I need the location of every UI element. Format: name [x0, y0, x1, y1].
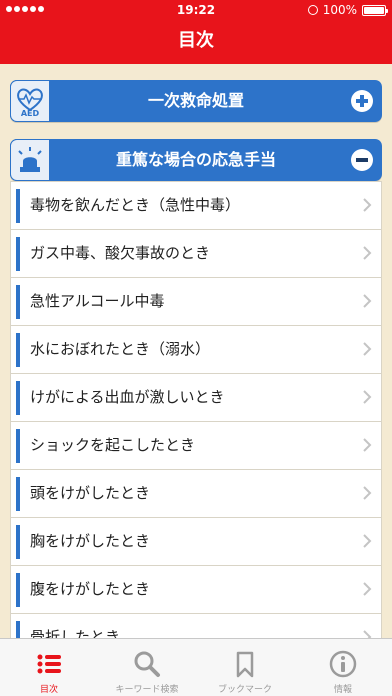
list-item-accent: [16, 573, 20, 607]
tab-label: 情報: [333, 685, 352, 695]
list-item-label: 急性アルコール中毒: [30, 292, 165, 310]
chevron-right-icon: [363, 246, 372, 260]
siren-icon: [10, 139, 50, 181]
tab-bookmark[interactable]: ブックマーク: [196, 639, 294, 696]
list-item-accent: [16, 333, 20, 367]
tab-label: 目次: [39, 685, 58, 695]
toc-content[interactable]: AED 一次救命処置 重篤な場合の応急手当 毒物を飲んだとき（急性中毒） ガス中…: [0, 64, 392, 638]
list-item-accent: [16, 477, 20, 511]
tab-label: キーワード検索: [115, 685, 179, 695]
list-item[interactable]: 腹をけがしたとき: [11, 565, 381, 613]
tab-bar: 目次 キーワード検索 ブックマーク 情報: [0, 638, 392, 696]
status-bar: 19:22 100%: [0, 0, 392, 20]
list-item-accent: [16, 381, 20, 415]
section-title-aed: 一次救命処置: [147, 91, 244, 110]
chevron-right-icon: [363, 486, 372, 500]
list-item-label: けがによる出血が激しいとき: [30, 388, 225, 406]
section-header-emergency[interactable]: 重篤な場合の応急手当: [10, 139, 382, 181]
section-title-emergency: 重篤な場合の応急手当: [115, 150, 276, 169]
info-icon: [329, 650, 357, 678]
section-header-aed[interactable]: AED 一次救命処置: [10, 80, 382, 122]
list-item-accent: [16, 525, 20, 559]
list-item-accent: [16, 621, 20, 638]
list-item-label: 腹をけがしたとき: [30, 580, 151, 598]
chevron-right-icon: [363, 438, 372, 452]
chevron-right-icon: [363, 342, 372, 356]
status-right: 100%: [307, 3, 388, 17]
expand-plus-icon[interactable]: [351, 90, 373, 112]
list-item-accent: [16, 189, 20, 223]
tab-keyword-search[interactable]: キーワード検索: [98, 639, 196, 696]
nav-bar: 目次: [0, 20, 392, 64]
chevron-right-icon: [363, 198, 372, 212]
collapse-minus-icon[interactable]: [351, 149, 373, 171]
list-item-label: 骨折したとき: [30, 628, 121, 638]
emergency-item-list: 毒物を飲んだとき（急性中毒） ガス中毒、酸欠事故のとき 急性アルコール中毒 水に…: [10, 181, 382, 638]
list-item-label: 頭をけがしたとき: [30, 484, 151, 502]
list-icon: [37, 654, 61, 674]
tab-contents[interactable]: 目次: [0, 639, 98, 696]
list-item[interactable]: 骨折したとき: [11, 613, 381, 638]
page-title: 目次: [178, 30, 214, 51]
chevron-right-icon: [363, 630, 372, 638]
list-item[interactable]: けがによる出血が激しいとき: [11, 373, 381, 421]
list-item-label: 水におぼれたとき（溺水）: [30, 340, 211, 358]
list-item-label: 毒物を飲んだとき（急性中毒）: [30, 196, 241, 214]
chevron-right-icon: [363, 582, 372, 596]
chevron-right-icon: [363, 534, 372, 548]
search-icon: [134, 651, 160, 677]
list-item[interactable]: ショックを起こしたとき: [11, 421, 381, 469]
chevron-right-icon: [363, 390, 372, 404]
list-item-accent: [16, 237, 20, 271]
aed-icon-text: AED: [21, 109, 40, 117]
chevron-right-icon: [363, 294, 372, 308]
orientation-lock-icon: [307, 5, 318, 15]
aed-icon: AED: [10, 80, 50, 122]
list-item-label: ガス中毒、酸欠事故のとき: [30, 244, 211, 262]
list-item[interactable]: 水におぼれたとき（溺水）: [11, 325, 381, 373]
bookmark-icon: [236, 651, 254, 678]
battery-icon: [362, 4, 388, 16]
list-item[interactable]: 頭をけがしたとき: [11, 469, 381, 517]
list-item[interactable]: 胸をけがしたとき: [11, 517, 381, 565]
list-item[interactable]: 毒物を飲んだとき（急性中毒）: [11, 181, 381, 229]
list-item-accent: [16, 285, 20, 319]
list-item-label: 胸をけがしたとき: [30, 532, 151, 550]
list-item[interactable]: ガス中毒、酸欠事故のとき: [11, 229, 381, 277]
battery-percent: 100%: [322, 3, 357, 17]
list-item[interactable]: 急性アルコール中毒: [11, 277, 381, 325]
tab-label: ブックマーク: [217, 685, 272, 695]
list-item-label: ショックを起こしたとき: [30, 436, 196, 454]
list-item-accent: [16, 429, 20, 463]
tab-info[interactable]: 情報: [294, 639, 392, 696]
